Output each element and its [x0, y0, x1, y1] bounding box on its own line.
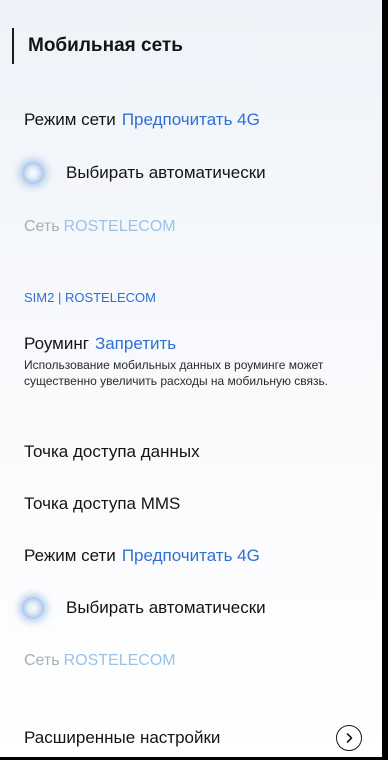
network-mode-value: Предпочитать 4G: [121, 546, 260, 565]
apn-row[interactable]: Точка доступа данных: [24, 442, 368, 462]
network-label: Сеть: [24, 218, 60, 235]
network-value: ROSTELECOM: [63, 652, 176, 669]
network-mode-label: Режим сети: [24, 546, 116, 565]
sim2-section-title: SIM2 | ROSTELECOM: [24, 290, 156, 305]
header-accent-bar: [12, 28, 14, 64]
chevron-right-icon[interactable]: [336, 725, 362, 751]
advanced-settings-row[interactable]: Расширенные настройки: [24, 728, 368, 748]
page-title: Мобильная сеть: [28, 35, 183, 56]
page-header: Мобильная сеть: [0, 24, 183, 68]
right-frame-edge: [382, 0, 388, 760]
roaming-row[interactable]: Роуминг Запретить Использование мобильных…: [24, 334, 368, 389]
network-value: ROSTELECOM: [63, 218, 176, 235]
network-row-1: Сеть ROSTELECOM: [24, 218, 368, 236]
advanced-settings-label: Расширенные настройки: [24, 728, 221, 747]
roaming-description: Использование мобильных данных в роуминг…: [24, 358, 329, 388]
mms-apn-row[interactable]: Точка доступа MMS: [24, 494, 368, 514]
network-mode-row-2[interactable]: Режим сети Предпочитать 4G: [24, 546, 368, 566]
auto-select-radio-2[interactable]: [22, 597, 44, 619]
network-label: Сеть: [24, 652, 60, 669]
network-row-2: Сеть ROSTELECOM: [24, 652, 368, 670]
auto-select-label-1[interactable]: Выбирать автоматически: [66, 163, 266, 183]
chevron-right-glyph: [346, 733, 353, 743]
network-mode-label: Режим сети: [24, 110, 116, 129]
roaming-label: Роуминг: [24, 334, 89, 353]
roaming-value: Запретить: [94, 334, 177, 353]
auto-select-radio-1[interactable]: [22, 162, 44, 184]
network-mode-value: Предпочитать 4G: [121, 110, 260, 129]
network-mode-row-1[interactable]: Режим сети Предпочитать 4G: [24, 110, 368, 130]
auto-select-label-2[interactable]: Выбирать автоматически: [66, 598, 266, 618]
